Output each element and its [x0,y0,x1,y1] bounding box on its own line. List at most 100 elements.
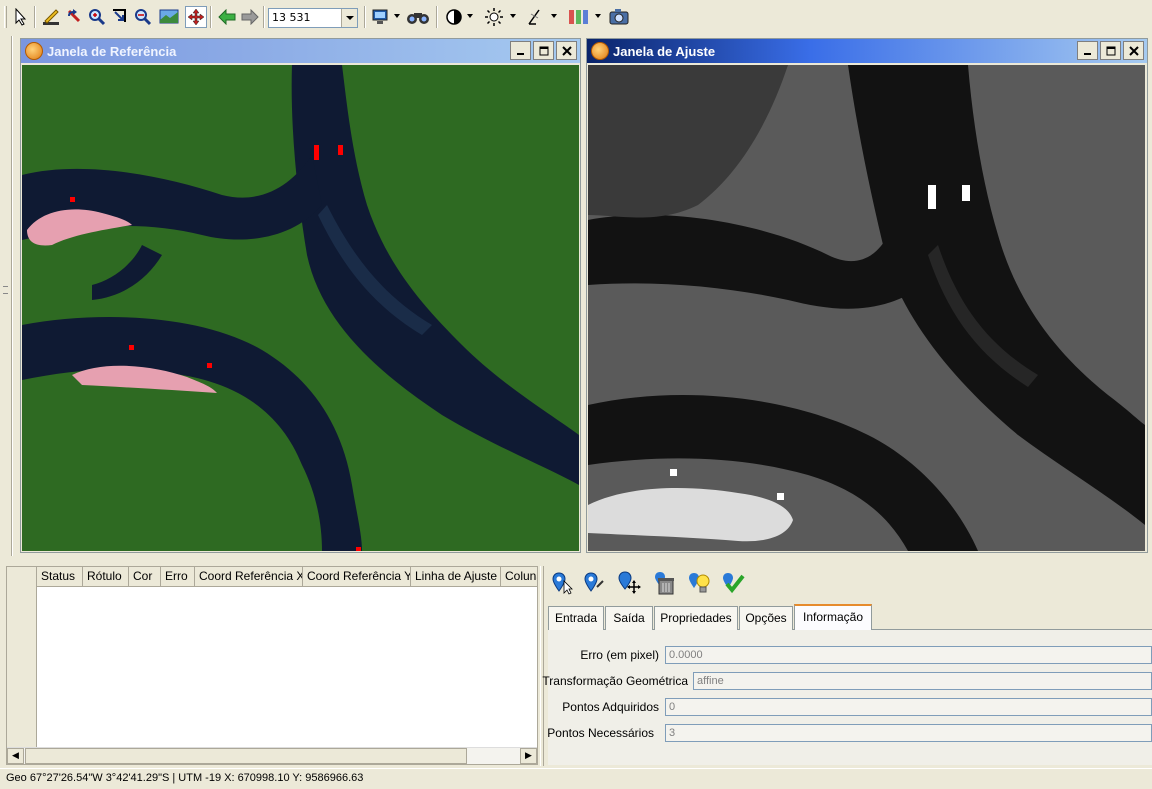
move-point-button[interactable] [616,570,642,596]
main-toolbar: 13 531 [0,0,1152,36]
tab-informacao[interactable]: Informação [794,604,872,631]
zoom-extent-button[interactable] [158,6,180,28]
row-header-column [7,567,37,748]
chevron-down-icon[interactable] [341,9,357,27]
brightness-button[interactable] [483,6,505,28]
column-header[interactable]: Cor [129,567,161,586]
scale-combo[interactable]: 13 531 [268,8,358,28]
pan-icon [187,8,205,26]
control-point[interactable] [962,185,970,201]
contrast-button[interactable] [443,6,465,28]
control-point[interactable] [338,145,343,155]
binoculars-button[interactable] [404,6,432,28]
panel-splitter[interactable] [540,566,544,766]
arrow-left-icon: ◀ [12,751,19,761]
column-header[interactable]: Erro [161,567,195,586]
close-button[interactable] [556,41,577,60]
scrollbar-thumb[interactable] [25,748,467,764]
select-pointer-icon [15,8,27,26]
contrast-dropdown-caret[interactable] [467,14,473,18]
transform-field: affine [693,672,1152,690]
undo-edit-button[interactable] [63,6,85,28]
toolbar-separator [436,6,438,28]
add-point-button[interactable] [582,570,608,596]
control-point[interactable] [314,145,319,160]
properties-tabs: Entrada Saída Propriedades Opções Inform… [548,604,1152,631]
measure-button[interactable] [524,6,546,28]
reference-image-canvas[interactable] [22,65,579,551]
bands-dropdown-caret[interactable] [595,14,601,18]
display-button[interactable] [369,6,391,28]
control-points-table: Status Rótulo Cor Erro Coord Referência … [6,566,538,765]
required-label: Pontos Necessários [547,726,654,740]
bands-button[interactable] [565,6,593,28]
toolbar-separator [364,6,366,28]
tab-opcoes[interactable]: Opções [739,606,793,630]
forward-button[interactable] [239,6,261,28]
adjust-image-canvas[interactable] [588,65,1145,551]
toolbar-grip[interactable] [4,6,7,28]
draw-line-button[interactable] [40,6,62,28]
column-header[interactable]: Status [37,567,83,586]
acquired-row: Pontos Adquiridos 0 [548,698,1152,716]
zoom-area-icon [113,9,126,22]
column-header[interactable]: Coord Referência Y [303,567,411,586]
select-pointer-button[interactable] [10,6,32,28]
control-point[interactable] [670,469,677,476]
draw-line-icon [43,9,59,25]
tab-propriedades[interactable]: Propriedades [654,606,738,630]
splitter-knob[interactable] [3,286,8,294]
close-button[interactable] [1123,41,1144,60]
maximize-button[interactable] [533,41,554,60]
control-point[interactable] [129,345,134,350]
minimize-icon [516,52,524,55]
tab-entrada[interactable]: Entrada [548,606,604,630]
maximize-button[interactable] [1100,41,1121,60]
column-header[interactable]: Linha de Ajuste [411,567,501,586]
brightness-dropdown-caret[interactable] [510,14,516,18]
select-point-button[interactable] [550,570,576,596]
add-point-icon [584,572,604,592]
arrow-right-icon: ▶ [525,751,532,761]
reference-window: Janela de Referência [20,38,581,553]
reference-window-titlebar[interactable]: Janela de Referência [21,39,580,63]
horizontal-scrollbar[interactable]: ◀ ▶ [7,747,537,764]
minimize-button[interactable] [510,41,531,60]
measure-dropdown-caret[interactable] [551,14,557,18]
zoom-out-icon [135,9,152,26]
camera-button[interactable] [608,6,630,28]
zoom-in-button[interactable] [86,6,108,28]
move-point-icon [618,571,641,594]
control-point[interactable] [70,197,75,202]
back-button[interactable] [216,6,238,28]
minimize-button[interactable] [1077,41,1098,60]
tab-saida[interactable]: Saída [605,606,653,630]
column-header[interactable]: Rótulo [83,567,129,586]
scroll-left-button[interactable]: ◀ [7,748,24,764]
maximize-icon [539,46,548,55]
app-logo-icon [25,42,43,60]
suggest-point-icon [689,573,710,593]
zoom-out-button[interactable] [132,6,154,28]
error-row: Erro (em pixel) 0.0000 [548,646,1152,664]
pan-button[interactable] [185,6,207,28]
confirm-button[interactable] [720,570,746,596]
left-splitter[interactable] [0,36,16,563]
control-point[interactable] [777,493,784,500]
suggest-point-button[interactable] [686,570,712,596]
delete-point-button[interactable] [652,570,678,596]
adjust-window-titlebar[interactable]: Janela de Ajuste [587,39,1147,63]
display-dropdown-caret[interactable] [394,14,400,18]
adjust-grayscale-image [588,65,1145,551]
binoculars-icon [407,13,429,24]
scroll-right-button[interactable]: ▶ [520,748,537,764]
control-point[interactable] [928,185,936,209]
zoom-area-button[interactable] [109,6,131,28]
app-logo-icon [591,42,609,60]
window-title: Janela de Ajuste [613,43,716,59]
control-point[interactable] [207,363,212,368]
column-header[interactable]: Coluna [501,567,537,586]
control-point[interactable] [356,547,361,551]
column-header[interactable]: Coord Referência X [195,567,303,586]
camera-icon [609,9,629,25]
